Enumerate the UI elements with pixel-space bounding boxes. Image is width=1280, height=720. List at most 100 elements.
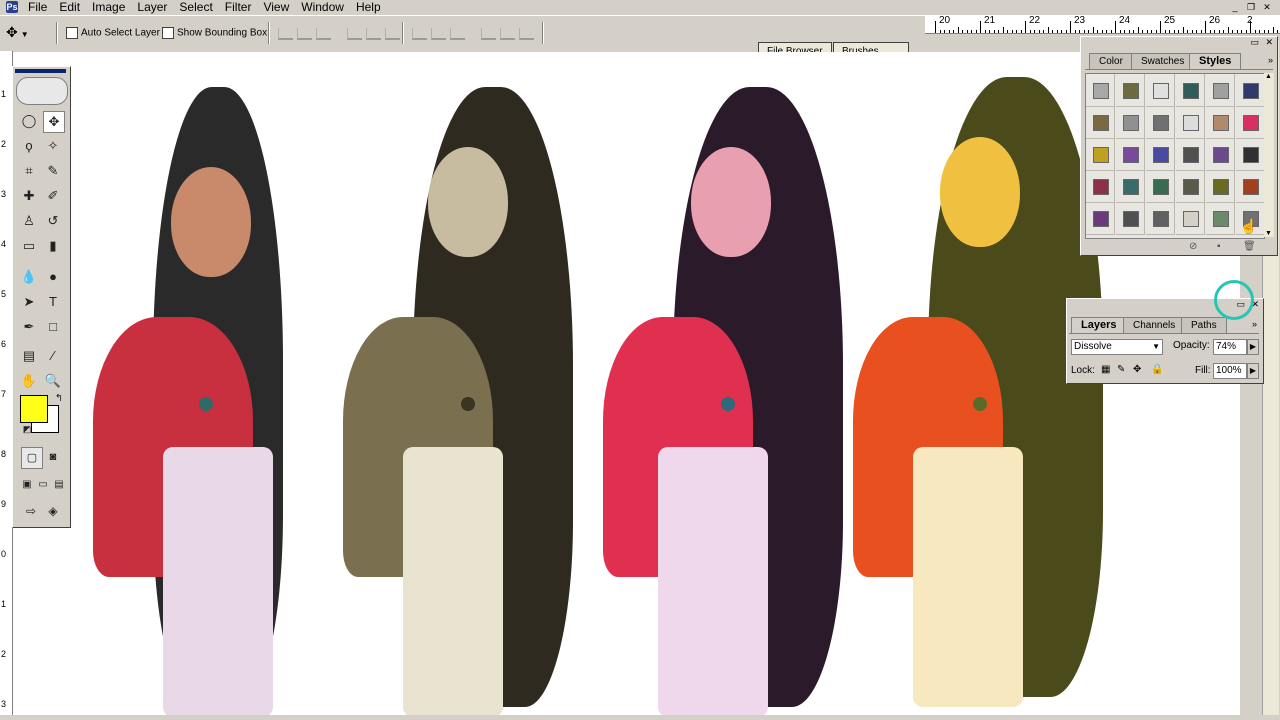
burn-icon[interactable]: ● [43, 267, 63, 287]
blend-mode-select[interactable]: Dissolve ▼ [1071, 339, 1163, 355]
menu-help[interactable]: Help [350, 0, 387, 15]
style-cell[interactable] [1236, 74, 1265, 107]
brush-icon[interactable]: ✐ [43, 186, 63, 206]
style-cell[interactable] [1206, 74, 1235, 107]
screen-mode-full-icon[interactable]: ▤ [49, 475, 69, 495]
style-cell[interactable] [1206, 106, 1235, 139]
zoom-icon[interactable]: 🔍 [43, 371, 63, 391]
menu-window[interactable]: Window [295, 0, 350, 15]
menu-view[interactable]: View [257, 0, 295, 15]
swap-colors-icon[interactable]: ↰ [49, 389, 69, 409]
menu-image[interactable]: Image [86, 0, 131, 15]
eyedropper-icon[interactable]: ⁄ [43, 346, 63, 366]
panel-menu-icon[interactable]: » [1252, 319, 1257, 329]
distribute-top-icon[interactable] [412, 28, 427, 40]
style-cell[interactable] [1146, 170, 1175, 203]
lock-all-icon[interactable]: 🔒 [1151, 364, 1163, 375]
restore-icon[interactable]: ❐ [1244, 1, 1258, 13]
toolbox-title-bar[interactable] [15, 69, 66, 73]
move-icon[interactable]: ✥ [43, 111, 65, 133]
menu-edit[interactable]: Edit [53, 0, 86, 15]
style-cell[interactable] [1236, 170, 1265, 203]
style-cell[interactable] [1206, 202, 1235, 235]
auto-select-layer-option[interactable]: Auto Select Layer [66, 27, 160, 40]
align-bottom-icon[interactable] [316, 28, 331, 40]
minimize-icon[interactable]: _ [1228, 1, 1242, 13]
scroll-down-icon[interactable]: ▼ [1265, 230, 1272, 237]
style-cell[interactable] [1176, 138, 1205, 171]
align-left-icon[interactable] [347, 28, 363, 40]
tool-preset-picker[interactable]: ✥ ▼ [6, 24, 29, 41]
minimize-icon[interactable]: ▭ [1250, 37, 1259, 48]
path-selection-icon[interactable]: ➤ [19, 292, 39, 312]
style-cell[interactable] [1086, 138, 1115, 171]
magic-wand-icon[interactable]: ✧ [43, 136, 63, 156]
style-cell[interactable] [1176, 74, 1205, 107]
clone-stamp-icon[interactable]: ♙ [19, 211, 39, 231]
tab-styles[interactable]: Styles [1189, 53, 1242, 69]
style-cell[interactable] [1116, 170, 1145, 203]
quick-mask-icon[interactable]: ◙ [43, 447, 63, 467]
type-icon[interactable]: T [43, 292, 63, 312]
menu-file[interactable]: File [22, 0, 53, 15]
style-cell[interactable] [1236, 106, 1265, 139]
crop-icon[interactable]: ⌗ [19, 161, 39, 181]
style-cell[interactable] [1116, 74, 1145, 107]
style-cell[interactable] [1146, 202, 1175, 235]
tab-swatches[interactable]: Swatches [1131, 53, 1195, 69]
notes-icon[interactable]: ▤ [19, 346, 39, 366]
style-cell[interactable] [1116, 106, 1145, 139]
distribute-vcenter-icon[interactable] [431, 28, 446, 40]
slice-icon[interactable]: ✎ [43, 161, 63, 181]
document-canvas[interactable] [13, 52, 1240, 718]
opacity-input[interactable]: 74% [1213, 339, 1247, 355]
style-cell[interactable] [1086, 74, 1115, 107]
align-hcenter-icon[interactable] [366, 28, 382, 40]
close-icon[interactable]: ✕ [1265, 37, 1273, 48]
tab-color[interactable]: Color [1089, 53, 1133, 69]
blur-icon[interactable]: 💧 [19, 267, 39, 287]
style-cell[interactable] [1176, 202, 1205, 235]
opacity-slider-button[interactable]: ▶ [1247, 339, 1259, 355]
distribute-left-icon[interactable] [481, 28, 497, 40]
distribute-hcenter-icon[interactable] [500, 28, 516, 40]
tab-paths[interactable]: Paths [1181, 317, 1227, 333]
close-icon[interactable]: ✕ [1260, 1, 1274, 13]
new-style-icon[interactable]: ▪ [1217, 241, 1221, 252]
menu-filter[interactable]: Filter [219, 0, 258, 15]
bounding-box-checkbox[interactable] [162, 27, 174, 40]
style-cell[interactable] [1086, 170, 1115, 203]
style-cell[interactable] [1116, 138, 1145, 171]
photoshop-icon[interactable]: Ps [6, 1, 18, 13]
style-cell[interactable] [1116, 202, 1145, 235]
standard-mode-icon[interactable]: ▢ [21, 447, 43, 469]
style-cell[interactable] [1206, 138, 1235, 171]
style-cell[interactable] [1146, 138, 1175, 171]
lock-image-icon[interactable]: ✎ [1117, 364, 1125, 375]
scroll-up-icon[interactable]: ▲ [1265, 73, 1272, 80]
style-cell[interactable] [1146, 74, 1175, 107]
style-cell[interactable] [1086, 202, 1115, 235]
foreground-color-swatch[interactable] [20, 395, 48, 423]
menu-layer[interactable]: Layer [131, 0, 173, 15]
style-cell[interactable] [1176, 170, 1205, 203]
style-cell[interactable] [1206, 170, 1235, 203]
fill-slider-button[interactable]: ▶ [1247, 363, 1259, 379]
marquee-icon[interactable]: ◯ [19, 111, 39, 131]
pen-icon[interactable]: ✒ [19, 317, 39, 337]
history-brush-icon[interactable]: ↺ [43, 211, 63, 231]
delete-style-icon[interactable]: 🗑 [1243, 241, 1256, 252]
style-cell[interactable] [1176, 106, 1205, 139]
align-top-icon[interactable] [278, 28, 293, 40]
eraser-icon[interactable]: ▭ [19, 236, 39, 256]
jump-to-imageready-icon[interactable]: ⇨ [21, 501, 41, 521]
lock-transparency-icon[interactable]: ▦ [1101, 364, 1110, 375]
tab-channels[interactable]: Channels [1123, 317, 1186, 333]
panel-title-bar[interactable]: ▭ ✕ [1081, 37, 1277, 49]
adobe-online-icon[interactable] [16, 77, 68, 105]
show-bounding-box-option[interactable]: Show Bounding Box [162, 27, 267, 40]
healing-brush-icon[interactable]: ✚ [19, 186, 39, 206]
panel-menu-icon[interactable]: » [1268, 55, 1273, 65]
fill-input[interactable]: 100% [1213, 363, 1247, 379]
menu-select[interactable]: Select [173, 0, 218, 15]
